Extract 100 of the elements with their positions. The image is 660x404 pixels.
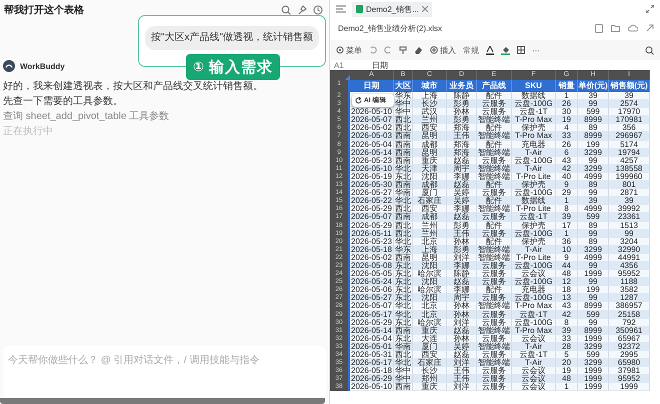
formula-field[interactable]: 日期 [368, 60, 388, 70]
table-cell: 西北 [394, 124, 413, 132]
eraser-icon[interactable] [414, 46, 423, 54]
table-cell: 上海 [413, 92, 447, 100]
table-cell: 配件 [477, 222, 512, 230]
table-cell: 成都 [413, 213, 447, 222]
table-cell: 李娜 [447, 205, 477, 214]
table-cell: 周宇 [447, 164, 477, 173]
status-text: 正在执行中 [3, 126, 54, 137]
borders-icon[interactable] [517, 46, 525, 54]
user-message: 按"大区x产品线"做透视，统计销售额 [145, 26, 319, 50]
expand-icon[interactable] [646, 5, 654, 13]
table-cell: 智能终端 [477, 164, 512, 173]
paint-roller-icon[interactable] [399, 46, 407, 54]
table-cell: 19 [556, 367, 578, 376]
table-cell: 智能终端 [477, 172, 512, 182]
cell-reference-field[interactable]: A1 [330, 60, 368, 70]
table-cell: 1999 [578, 367, 609, 376]
table-cell: 西北 [394, 222, 413, 230]
table-cell: 3299 [578, 359, 609, 368]
table-cell: 37981 [609, 367, 650, 376]
document-icon[interactable] [595, 24, 603, 32]
redo-icon[interactable] [384, 46, 392, 54]
table-cell: 4999 [578, 205, 609, 214]
insert-button[interactable]: 插入 [430, 44, 456, 56]
folder-icon[interactable] [611, 24, 620, 32]
table-cell: 2871 [609, 189, 650, 198]
search-icon[interactable] [281, 5, 291, 15]
table-cell: 沈阳 [413, 294, 447, 302]
table-cell: 沈阳 [413, 172, 447, 182]
table-cell: 华北 [394, 238, 413, 246]
table-cell: 昆明 [413, 132, 447, 141]
table-cell: 兰州 [413, 116, 447, 124]
table-cell: 4 [556, 124, 578, 132]
table-cell: T-Air [512, 359, 556, 368]
table-cell: 801 [609, 181, 650, 190]
table-cell: 89 [578, 181, 609, 190]
plus-circle-icon [430, 46, 438, 54]
table-cell: 云服务 [477, 100, 512, 108]
header-cell: 销售额(元) [609, 80, 650, 92]
header-cell: 日期 [350, 80, 394, 92]
table-cell: 李娜 [447, 286, 477, 294]
message-text: 先查一下需要的工具参数。 [3, 96, 124, 107]
table-cell: 孙林 [447, 310, 477, 319]
table-cell: 48 [556, 270, 578, 278]
table-cell: 云服务 [477, 383, 512, 392]
search-icon[interactable] [645, 46, 654, 54]
file-tab[interactable]: Demo2_销售... [352, 2, 432, 16]
table-cell: 18 [556, 286, 578, 294]
table-cell: 哈尔滨 [413, 286, 447, 294]
table-cell: 西安 [413, 205, 447, 214]
table-cell: 2026-05-22 [350, 197, 394, 206]
table-cell: 89 [578, 124, 609, 132]
cloud-icon[interactable] [628, 24, 638, 32]
table-cell: 2026-05-07 [350, 116, 394, 124]
table-cell: 重庆 [413, 156, 447, 165]
table-cell: 西南 [394, 181, 413, 190]
table-cell: 云盘-100G [512, 100, 556, 108]
table-cell: 99 [578, 278, 609, 286]
fill-color-icon[interactable] [501, 46, 510, 54]
table-cell: T-Pro Max [512, 116, 556, 124]
clock-icon[interactable] [313, 5, 323, 15]
table-cell: 39992 [609, 205, 650, 214]
table-cell: 石家庄 [413, 197, 447, 206]
header-cell: 业务员 [447, 80, 477, 92]
font-color-icon[interactable] [486, 46, 494, 54]
table-cell: 95952 [609, 375, 650, 384]
table-cell: 2026-05-17 [350, 359, 394, 368]
table-cell: 华南 [394, 342, 413, 351]
table-cell: 华北 [394, 302, 413, 311]
table-cell: 65980 [609, 359, 650, 368]
table-cell: 华北 [394, 359, 413, 368]
pin-icon[interactable] [297, 5, 307, 15]
table-cell: 彭勇 [447, 116, 477, 124]
more-button[interactable]: ··· [532, 46, 540, 54]
table-cell: 95952 [609, 270, 650, 278]
table-cell: 12 [556, 278, 578, 286]
undo-icon[interactable] [369, 46, 377, 54]
table-cell: 孙林 [447, 238, 477, 246]
menu-icon[interactable] [336, 5, 346, 13]
table-cell: 彭勇 [447, 246, 477, 254]
table-cell: 华北 [394, 197, 413, 206]
table-cell: 1 [556, 197, 578, 206]
header-cell: 城市 [413, 80, 447, 92]
table-cell: 哈尔滨 [413, 270, 447, 278]
table-cell: 170981 [609, 116, 650, 124]
menu-button[interactable]: 菜单 [336, 44, 362, 56]
table-cell: 云盘-100G [512, 294, 556, 302]
table-cell: 厦门 [413, 189, 447, 198]
close-icon[interactable] [422, 6, 428, 12]
share-icon[interactable] [646, 24, 654, 32]
table-cell: 智能终端 [477, 132, 512, 141]
table-cell: 成都 [413, 181, 447, 190]
table-cell: 配件 [477, 238, 512, 246]
table-cell: 智能终端 [477, 246, 512, 254]
table-cell: 云服务 [477, 189, 512, 198]
number-format-dropdown[interactable]: 常规 [463, 44, 479, 56]
table-cell: 2026-05-10 [350, 383, 394, 392]
table-cell: T-Pro Max [512, 132, 556, 141]
table-cell: 39 [609, 92, 650, 100]
